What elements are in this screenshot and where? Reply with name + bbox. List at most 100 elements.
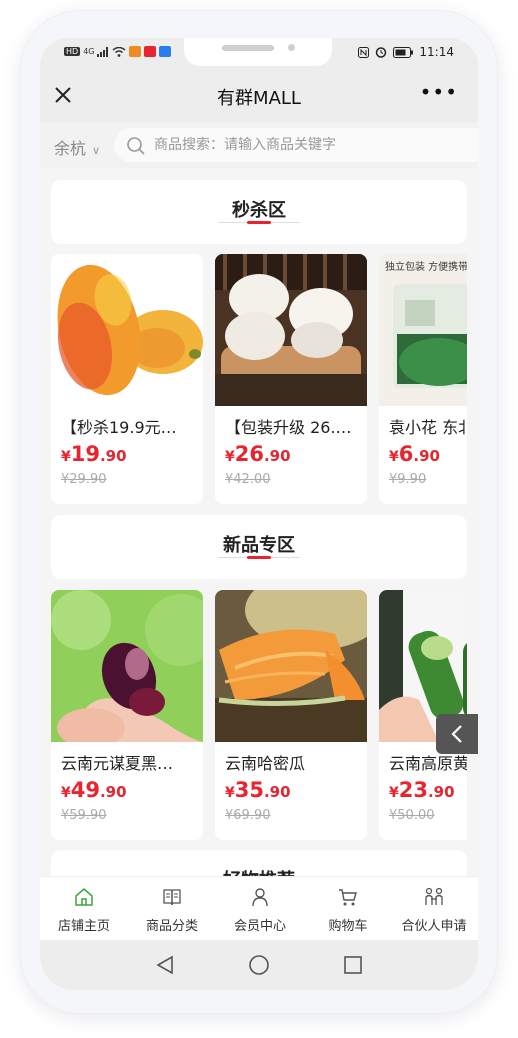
camera-notch <box>184 38 332 66</box>
wifi-icon <box>113 46 126 57</box>
section-title: 秒杀区 <box>232 200 286 221</box>
price-decimal: .90 <box>263 783 291 801</box>
product-card[interactable]: 【秒杀19.9元… ¥19.90 ¥29.90 <box>51 254 203 504</box>
original-price: ¥9.90 <box>389 472 427 487</box>
product-image-grape <box>51 590 203 742</box>
scroll-left-button[interactable] <box>436 714 478 754</box>
product-image-melon <box>215 590 367 742</box>
tab-store-home[interactable]: 店铺主页 <box>40 877 128 941</box>
section-header-flash-sale: 秒杀区 <box>51 180 467 244</box>
home-nav-icon[interactable] <box>248 954 270 976</box>
speaker-grille <box>222 45 274 51</box>
new-products-row: 云南元谋夏黑… ¥49.90 ¥59.90 云南哈密瓜 ¥35.90 ¥69.9… <box>51 590 467 840</box>
tab-cart[interactable]: 购物车 <box>304 877 392 941</box>
price-integer: 6 <box>398 442 414 466</box>
partners-icon <box>425 887 443 905</box>
price-decimal: .90 <box>99 447 127 465</box>
city-selector[interactable]: 余杭 ∨ <box>54 135 100 159</box>
product-image-mango <box>51 254 203 406</box>
status-icons-right: 11:14 <box>358 45 454 59</box>
clock-time: 11:14 <box>419 45 454 59</box>
product-name: 袁小花 东北 <box>389 418 467 437</box>
app-notif-icon-blue <box>159 46 172 57</box>
alarm-icon <box>376 47 387 58</box>
recents-nav-icon[interactable] <box>342 954 364 976</box>
product-card[interactable]: 云南哈密瓜 ¥35.90 ¥69.90 <box>215 590 367 840</box>
product-card[interactable]: 独立包装 方便携带 袁小花 东北 ¥6.90 ¥9.90 <box>379 254 467 504</box>
product-price: ¥19.90 <box>61 442 127 466</box>
tab-label: 店铺主页 <box>57 919 110 934</box>
status-bar: HD 4G 11:14 <box>40 38 478 70</box>
back-nav-icon[interactable] <box>154 954 176 976</box>
price-currency: ¥ <box>389 785 399 801</box>
product-price: ¥26.90 <box>225 442 291 466</box>
chevron-down-icon: ∨ <box>92 144 101 157</box>
price-integer: 35 <box>234 778 264 802</box>
product-card[interactable]: 【包装升级 26.… ¥26.90 ¥42.00 <box>215 254 367 504</box>
more-options-icon[interactable]: ••• <box>420 82 458 102</box>
price-decimal: .90 <box>99 783 127 801</box>
signal-icon <box>97 46 109 57</box>
price-integer: 26 <box>234 442 264 466</box>
product-image-caption: 独立包装 方便携带 <box>385 262 467 273</box>
cart-icon <box>339 889 357 906</box>
app-notif-icon-red <box>144 46 157 57</box>
price-decimal: .90 <box>263 447 291 465</box>
tab-label: 会员中心 <box>233 919 286 934</box>
page-title: 有群MALL <box>217 88 301 109</box>
home-icon <box>75 888 93 906</box>
title-accent <box>247 221 271 224</box>
price-currency: ¥ <box>61 785 71 801</box>
hd-label: HD <box>64 47 81 56</box>
app-screen: HD 4G 11:14 有群MALL ••• 余杭 ∨ 商品搜索：请输入商品关键… <box>40 38 478 990</box>
price-currency: ¥ <box>389 449 399 465</box>
price-decimal: .90 <box>427 783 455 801</box>
tab-categories[interactable]: 商品分类 <box>128 877 216 941</box>
price-currency: ¥ <box>225 785 235 801</box>
bottom-tab-bar: 店铺主页 商品分类 会员中心 购物车 合伙人申请 <box>40 876 478 940</box>
product-price: ¥35.90 <box>225 778 291 802</box>
network-label: 4G <box>83 47 95 56</box>
status-icons-left: HD 4G <box>64 46 172 57</box>
section-header-new-products: 新品专区 <box>51 515 467 579</box>
title-accent <box>247 556 271 559</box>
product-name: 云南元谋夏黑… <box>61 754 174 773</box>
product-name: 【秒杀19.9元… <box>61 418 177 437</box>
product-price: ¥6.90 <box>389 442 440 466</box>
section-title: 新品专区 <box>223 535 295 556</box>
search-box[interactable] <box>114 128 478 162</box>
tab-partner-apply[interactable]: 合伙人申请 <box>390 877 478 941</box>
app-notif-icon-orange <box>129 46 142 57</box>
product-card[interactable]: 云南元谋夏黑… ¥49.90 ¥59.90 <box>51 590 203 840</box>
original-price: ¥69.90 <box>225 808 271 823</box>
search-input[interactable] <box>154 135 464 155</box>
original-price: ¥29.90 <box>61 472 107 487</box>
price-currency: ¥ <box>225 449 235 465</box>
price-integer: 19 <box>70 442 100 466</box>
price-integer: 23 <box>398 778 428 802</box>
product-price: ¥23.90 <box>389 778 455 802</box>
tab-label: 商品分类 <box>145 919 198 934</box>
original-price: ¥59.90 <box>61 808 107 823</box>
original-price: ¥42.00 <box>225 472 271 487</box>
price-decimal: .90 <box>413 447 440 465</box>
price-integer: 49 <box>70 778 100 802</box>
product-image-buns <box>215 254 367 406</box>
price-currency: ¥ <box>61 449 71 465</box>
original-price: ¥50.00 <box>389 808 435 823</box>
system-nav-bar <box>40 940 478 990</box>
product-image-snack-pack: 独立包装 方便携带 <box>379 254 467 406</box>
tab-member-center[interactable]: 会员中心 <box>216 877 304 941</box>
book-icon <box>163 889 181 906</box>
chevron-left-icon <box>451 725 462 743</box>
city-name: 余杭 <box>54 139 87 158</box>
product-name: 云南哈密瓜 <box>225 754 306 773</box>
product-name: 【包装升级 26.… <box>225 418 352 437</box>
search-bar: 余杭 ∨ <box>40 122 478 168</box>
search-icon <box>127 137 145 155</box>
tab-label: 合伙人申请 <box>401 919 467 934</box>
title-bar: 有群MALL ••• <box>40 70 478 122</box>
battery-icon <box>393 46 414 58</box>
nfc-icon <box>358 46 370 58</box>
front-camera <box>288 44 295 51</box>
